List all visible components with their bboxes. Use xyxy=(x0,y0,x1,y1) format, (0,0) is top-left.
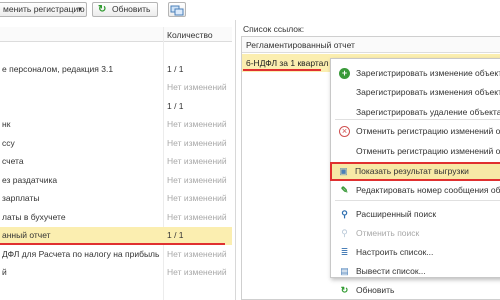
quantity-column-header: Количество xyxy=(167,30,213,40)
menu-item-label: Обновить xyxy=(356,285,395,295)
menu-item[interactable]: × Отменить регистрацию изменений объ xyxy=(331,122,500,141)
menu-separator xyxy=(335,200,500,201)
table-row[interactable]: ДФЛ для Расчета по налогу на прибыль Нет … xyxy=(0,246,232,264)
table-row[interactable]: й Нет изменений xyxy=(0,264,232,282)
refresh-button[interactable]: ↻ Обновить xyxy=(92,2,158,17)
menu-item[interactable]: ↻ Обновить xyxy=(331,281,500,300)
menu-item[interactable]: Зарегистрировать удаление объекта xyxy=(331,103,500,122)
row-name: нк xyxy=(2,119,11,129)
menu-item[interactable]: Зарегистрировать изменения объектов xyxy=(331,83,500,102)
row-quantity: Нет изменений xyxy=(167,119,227,129)
menu-item-label: Расширенный поиск xyxy=(356,209,437,219)
table-row[interactable]: счета Нет изменений xyxy=(0,153,232,171)
report-column-header: Регламентированный отчет xyxy=(246,40,355,50)
menu-item[interactable]: + Зарегистрировать изменение объекта xyxy=(331,64,500,83)
menu-item-label: Вывести список... xyxy=(356,266,426,276)
refresh-label: Обновить xyxy=(112,4,151,14)
menu-item-label: Отменить поиск xyxy=(356,228,420,238)
row-name: счета xyxy=(2,156,24,166)
change-registration-button[interactable]: менить регистрацию ▾ xyxy=(0,2,87,17)
menu-item[interactable]: ▤ Вывести список... xyxy=(331,262,500,281)
menu-item[interactable]: ✎ Редактировать номер сообщения обы xyxy=(331,181,500,200)
row-name: анный отчет xyxy=(2,230,51,240)
menu-item[interactable]: Отменить регистрацию изменений объ xyxy=(331,142,500,161)
table-row[interactable]: Нет изменений xyxy=(0,79,232,97)
table-row[interactable]: ез раздатчика Нет изменений xyxy=(0,172,232,190)
row-quantity: Нет изменений xyxy=(167,248,227,259)
table-row[interactable]: е персоналом, редакция 3.1 1 / 1 xyxy=(0,61,232,79)
link-list-title: Список ссылок: xyxy=(243,24,305,34)
table-row[interactable]: ссу Нет изменений xyxy=(0,135,232,153)
row-quantity: Нет изменений xyxy=(167,193,227,203)
left-table-header: Количество xyxy=(0,27,232,42)
row-underline-marker xyxy=(243,69,321,71)
change-registration-label: менить регистрацию xyxy=(3,4,85,14)
row-quantity: Нет изменений xyxy=(167,267,227,277)
table-row[interactable]: 1 / 1 xyxy=(0,98,232,116)
menu-item-label: Настроить список... xyxy=(356,247,434,257)
row-name: ез раздатчика xyxy=(2,174,58,185)
row-name: е персоналом, редакция 3.1 xyxy=(2,63,114,74)
refresh-icon: ↻ xyxy=(340,285,349,295)
row-quantity: Нет изменений xyxy=(167,82,227,92)
context-menu: + Зарегистрировать изменение объекта Зарег… xyxy=(330,58,500,295)
show-result-icon: ▣ xyxy=(339,166,348,176)
pencil-icon: ✎ xyxy=(340,185,349,195)
row-quantity: 1 / 1 xyxy=(167,63,184,74)
menu-item-label: Отменить регистрацию изменений объ xyxy=(356,126,500,136)
row-name: зарплаты xyxy=(2,193,40,203)
exchange-icon-button[interactable] xyxy=(168,2,186,17)
menu-item[interactable]: ⚲ Расширенный поиск xyxy=(331,205,500,224)
row-name: ДФЛ для Расчета по налогу на прибыль xyxy=(2,248,160,259)
panel-splitter[interactable] xyxy=(235,20,236,300)
search-icon: ⚲ xyxy=(341,209,348,219)
row-name: ссу xyxy=(2,137,15,148)
row-name: й xyxy=(2,267,7,277)
export-list-icon: ▤ xyxy=(340,266,349,276)
menu-item-label: Зарегистрировать изменение объекта xyxy=(356,68,500,78)
link-list-header: Регламентированный отчет xyxy=(242,37,500,53)
table-row[interactable] xyxy=(0,42,232,60)
menu-item[interactable]: ▣ Показать результат выгрузки xyxy=(330,162,500,181)
settings-list-icon: ≣ xyxy=(340,247,349,257)
row-quantity: Нет изменений xyxy=(167,137,227,148)
table-row[interactable]: нк Нет изменений xyxy=(0,116,232,134)
row-quantity: Нет изменений xyxy=(167,174,227,185)
menu-item-label: Зарегистрировать удаление объекта xyxy=(356,107,500,117)
table-row[interactable]: зарплаты Нет изменений xyxy=(0,190,232,208)
cancel-circle-icon: × xyxy=(339,126,350,137)
menu-item[interactable]: ⚲ Отменить поиск xyxy=(331,224,500,243)
row-quantity: Нет изменений xyxy=(167,156,227,166)
cancel-search-icon: ⚲ xyxy=(341,228,348,238)
menu-item-label: Показать результат выгрузки xyxy=(355,166,469,176)
table-row[interactable]: латы в бухучете Нет изменений xyxy=(0,209,232,227)
row-name: латы в бухучете xyxy=(2,211,66,222)
menu-item-label: Отменить регистрацию изменений объ xyxy=(356,146,500,156)
row-quantity: Нет изменений xyxy=(167,211,227,222)
menu-item-label: Редактировать номер сообщения обы xyxy=(356,185,500,195)
chevron-down-icon: ▾ xyxy=(78,6,82,13)
row-quantity: 1 / 1 xyxy=(167,230,184,240)
exchange-icon xyxy=(170,5,184,16)
row-quantity: 1 / 1 xyxy=(167,100,184,111)
menu-item[interactable]: ≣ Настроить список... xyxy=(331,243,500,262)
plus-circle-icon: + xyxy=(339,68,350,79)
menu-item-label: Зарегистрировать изменения объектов xyxy=(356,87,500,97)
refresh-icon: ↻ xyxy=(98,4,107,15)
